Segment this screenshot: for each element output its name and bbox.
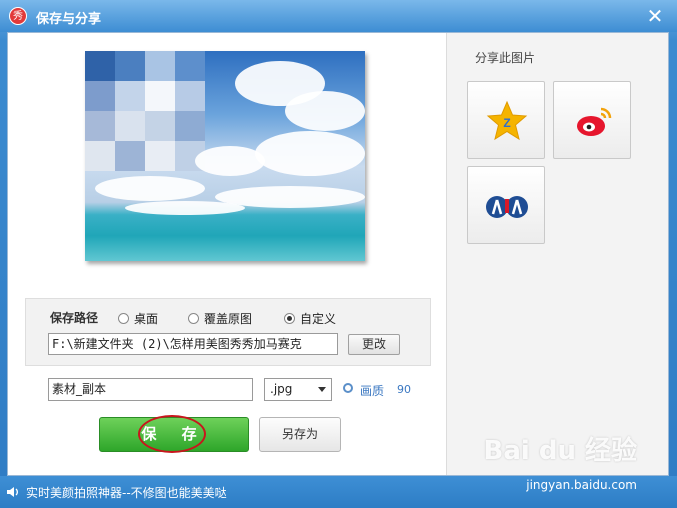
radio-button-selected[interactable] bbox=[284, 313, 295, 324]
save-button[interactable]: 保 存 bbox=[99, 415, 249, 453]
save-path-panel: 保存路径 桌面 覆盖原图 自定义 F:\新建文件夹 (2)\怎样用美图秀秀加马赛… bbox=[25, 298, 431, 366]
change-path-button[interactable]: 更改 bbox=[348, 334, 400, 355]
gear-icon[interactable] bbox=[343, 383, 353, 393]
renren-icon bbox=[486, 196, 528, 218]
dialog-title: 保存与分享 bbox=[36, 12, 102, 27]
svg-text:Z: Z bbox=[503, 116, 510, 130]
radio-label: 自定义 bbox=[300, 312, 337, 326]
radio-custom[interactable]: 自定义 bbox=[284, 310, 336, 327]
radio-desktop[interactable]: 桌面 bbox=[118, 310, 158, 327]
image-preview bbox=[85, 51, 365, 261]
extension-value: .jpg bbox=[270, 382, 293, 396]
qzone-star-icon: Z bbox=[486, 100, 528, 141]
radio-label: 覆盖原图 bbox=[204, 312, 253, 326]
share-title: 分享此图片 bbox=[475, 51, 536, 65]
save-path-input[interactable]: F:\新建文件夹 (2)\怎样用美图秀秀加马赛克 bbox=[48, 333, 338, 355]
meitu-logo-icon: 秀 bbox=[9, 7, 27, 25]
title-bar[interactable]: 秀 保存与分享 ✕ bbox=[0, 0, 677, 32]
quality-value: 90 bbox=[397, 383, 411, 396]
baidu-jingyan-watermark: Bai du 经验 bbox=[483, 436, 638, 466]
radio-overwrite[interactable]: 覆盖原图 bbox=[188, 310, 252, 327]
speaker-icon bbox=[7, 487, 18, 497]
radio-button[interactable] bbox=[188, 313, 199, 324]
filename-input[interactable]: 素材_副本 bbox=[48, 378, 253, 401]
status-promo-link[interactable]: 实时美颜拍照神器--不修图也能美美哒 bbox=[26, 484, 227, 501]
save-as-button[interactable]: 另存为 bbox=[259, 417, 341, 452]
save-path-label: 保存路径 bbox=[50, 311, 99, 325]
share-qzone-button[interactable]: Z bbox=[467, 81, 545, 159]
highlight-circle bbox=[138, 415, 206, 453]
radio-button[interactable] bbox=[118, 313, 129, 324]
watermark-url: jingyan.baidu.com bbox=[526, 478, 637, 492]
close-icon[interactable]: ✕ bbox=[645, 6, 665, 26]
save-share-dialog: 秀 保存与分享 ✕ 保存路径 桌面 覆盖原图 自定义 F:\新建文件夹 (2)\… bbox=[0, 0, 677, 508]
weibo-icon bbox=[577, 107, 612, 136]
share-renren-button[interactable] bbox=[467, 166, 545, 244]
save-pane: 保存路径 桌面 覆盖原图 自定义 F:\新建文件夹 (2)\怎样用美图秀秀加马赛… bbox=[8, 33, 446, 475]
share-weibo-button[interactable] bbox=[553, 81, 631, 159]
share-pane: 分享此图片 Z bbox=[446, 33, 668, 475]
extension-select[interactable]: .jpg bbox=[264, 378, 332, 401]
quality-link[interactable]: 画质 bbox=[360, 382, 384, 399]
dialog-body: 保存路径 桌面 覆盖原图 自定义 F:\新建文件夹 (2)\怎样用美图秀秀加马赛… bbox=[7, 32, 669, 476]
radio-label: 桌面 bbox=[134, 312, 159, 326]
chevron-down-icon bbox=[318, 387, 326, 392]
